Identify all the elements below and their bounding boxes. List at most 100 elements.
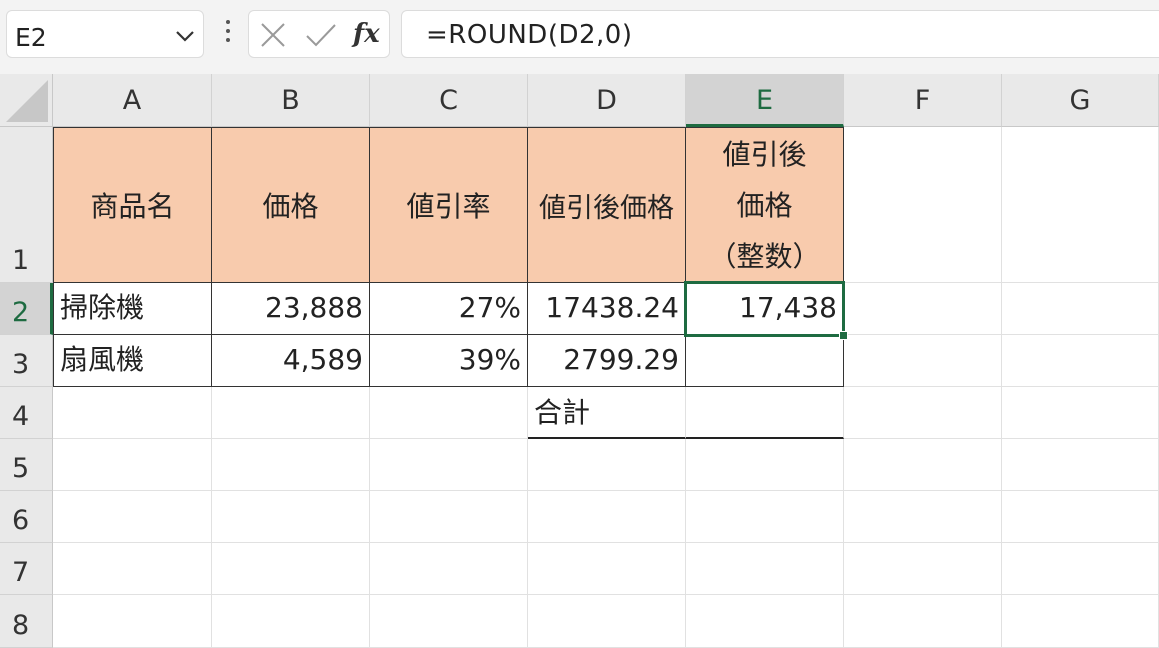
grid-cell[interactable] (1002, 491, 1159, 543)
cell-b1[interactable]: 価格 (212, 127, 370, 283)
column-header-d[interactable]: D (528, 74, 686, 127)
grid-cell[interactable] (212, 439, 370, 491)
grid-cell[interactable] (212, 543, 370, 595)
cell-c3[interactable]: 39% (370, 335, 528, 387)
grid-cell[interactable] (53, 491, 212, 543)
grid-cell[interactable] (212, 491, 370, 543)
header-discounted-price: 値引後価格 (539, 192, 674, 224)
column-header-f[interactable]: F (844, 74, 1002, 127)
grid-cell[interactable] (53, 595, 212, 648)
cell-d2[interactable]: 17438.24 (528, 283, 686, 335)
row-number: 4 (12, 401, 30, 432)
grid-cell[interactable] (1002, 387, 1159, 439)
row-number: 5 (12, 453, 30, 484)
row-number: 3 (12, 349, 30, 380)
row-header-7[interactable]: 7 (0, 543, 53, 595)
grid-cell[interactable] (844, 335, 1002, 387)
grid-cell[interactable] (686, 491, 844, 543)
more-options-icon[interactable] (218, 20, 238, 50)
grid-cell[interactable] (844, 439, 1002, 491)
cell-e3[interactable] (686, 335, 844, 387)
grid-cell[interactable] (844, 387, 1002, 439)
cell-a2[interactable]: 掃除機 (53, 283, 212, 335)
grid-cell[interactable] (844, 491, 1002, 543)
grid-cell[interactable] (686, 595, 844, 648)
name-box[interactable]: E2 (6, 10, 204, 58)
row-header-5[interactable]: 5 (0, 439, 53, 491)
cell-d3[interactable]: 2799.29 (528, 335, 686, 387)
active-cell-selection (684, 281, 845, 337)
row-number: 7 (12, 557, 30, 588)
grid-cell[interactable] (528, 491, 686, 543)
grid-cell[interactable] (844, 543, 1002, 595)
grid-cell[interactable] (528, 595, 686, 648)
grid-cell[interactable] (528, 543, 686, 595)
header-product-name: 商品名 (90, 190, 175, 223)
grid-cell[interactable] (844, 127, 1002, 283)
grid-cell[interactable] (1002, 127, 1159, 283)
select-all-triangle-icon (6, 80, 48, 122)
spreadsheet-grid: A B C D E F G 1 2 3 4 5 6 7 8 商品名 価格 値引率… (0, 74, 1159, 648)
column-header-a[interactable]: A (53, 74, 212, 127)
formula-bar: E2 fx =ROUND(D2,0) (0, 0, 1159, 74)
fill-handle[interactable] (839, 331, 848, 340)
grid-cell[interactable] (1002, 283, 1159, 335)
cell-d4[interactable]: 合計 (528, 387, 686, 439)
grid-cell[interactable] (212, 595, 370, 648)
grid-cell[interactable] (844, 595, 1002, 648)
grid-cell[interactable] (844, 283, 1002, 335)
grid-cell[interactable] (53, 387, 212, 439)
grid-cell[interactable] (1002, 439, 1159, 491)
insert-function-icon[interactable]: fx (353, 19, 380, 49)
grid-cell[interactable] (370, 387, 528, 439)
formula-buttons: fx (248, 10, 390, 58)
row-header-8[interactable]: 8 (0, 595, 53, 648)
cell-b2[interactable]: 23,888 (212, 283, 370, 335)
cell-a1[interactable]: 商品名 (53, 127, 212, 283)
header-rounded-line3: （整数） (708, 240, 821, 273)
header-price: 価格 (262, 190, 319, 223)
column-header-g[interactable]: G (1002, 74, 1159, 127)
grid-cell[interactable] (686, 543, 844, 595)
grid-cell[interactable] (1002, 595, 1159, 648)
formula-text: =ROUND(D2,0) (426, 20, 633, 50)
chevron-down-icon[interactable] (175, 29, 195, 43)
row-header-1[interactable]: 1 (0, 127, 53, 283)
cell-c2[interactable]: 27% (370, 283, 528, 335)
enter-check-icon[interactable] (305, 21, 337, 49)
grid-cell[interactable] (53, 543, 212, 595)
grid-cell[interactable] (370, 543, 528, 595)
cell-e1[interactable]: 値引後 価格 （整数） (686, 127, 844, 283)
row-header-2[interactable]: 2 (0, 283, 53, 335)
row-number: 1 (12, 245, 30, 276)
grid-cell[interactable] (1002, 543, 1159, 595)
row-number: 2 (12, 297, 30, 328)
column-header-c[interactable]: C (370, 74, 528, 127)
grid-cell[interactable] (370, 595, 528, 648)
row-header-6[interactable]: 6 (0, 491, 53, 543)
row-header-4[interactable]: 4 (0, 387, 53, 439)
cell-b3[interactable]: 4,589 (212, 335, 370, 387)
grid-cell[interactable] (370, 491, 528, 543)
row-number: 8 (12, 610, 30, 641)
select-all-button[interactable] (0, 74, 53, 127)
grid-cell[interactable] (528, 439, 686, 491)
header-rounded-line1: 値引後 (722, 138, 807, 171)
grid-cell[interactable] (1002, 335, 1159, 387)
row-header-3[interactable]: 3 (0, 335, 53, 387)
cell-a3[interactable]: 扇風機 (53, 335, 212, 387)
header-discount-rate: 値引率 (406, 190, 491, 223)
cell-d1[interactable]: 値引後価格 (528, 127, 686, 283)
column-header-b[interactable]: B (212, 74, 370, 127)
grid-cell[interactable] (53, 439, 212, 491)
cell-c1[interactable]: 値引率 (370, 127, 528, 283)
grid-cell[interactable] (686, 439, 844, 491)
formula-input[interactable]: =ROUND(D2,0) (401, 10, 1159, 58)
grid-cell[interactable] (212, 387, 370, 439)
grid-cell[interactable] (370, 439, 528, 491)
cell-e4[interactable] (686, 387, 844, 439)
name-box-value: E2 (15, 23, 47, 52)
header-rounded-line2: 価格 (736, 189, 793, 222)
cancel-icon[interactable] (259, 21, 287, 49)
column-header-e[interactable]: E (686, 74, 844, 127)
